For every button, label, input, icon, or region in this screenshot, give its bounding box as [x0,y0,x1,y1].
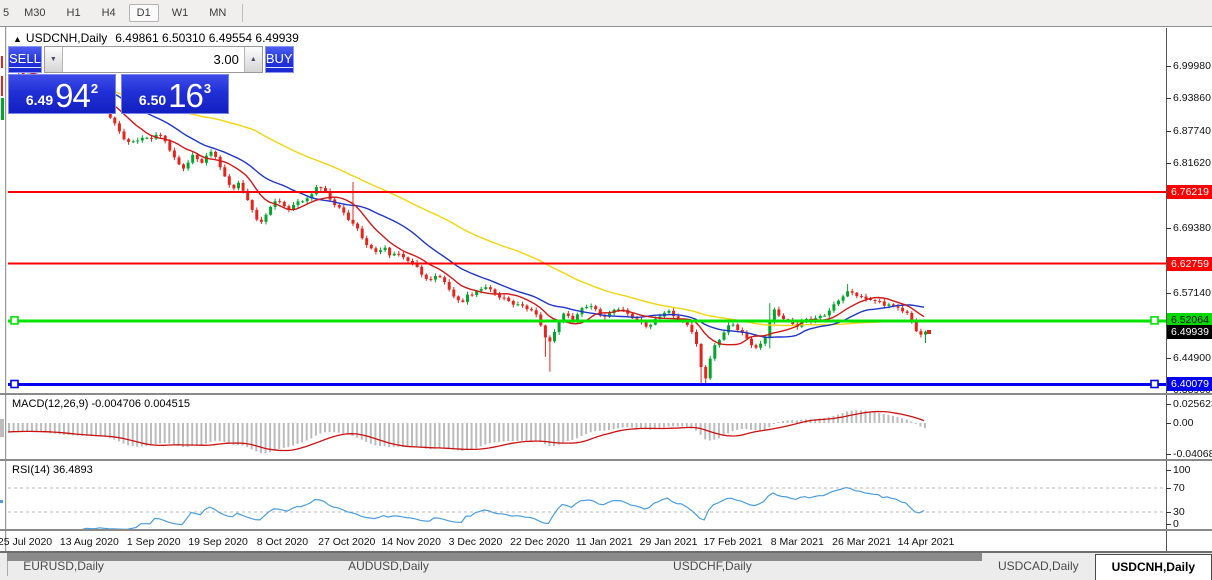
date-label: 8 Mar 2021 [770,536,824,548]
buy-button[interactable]: BUY [264,46,294,73]
price-badge-6.49939: 6.49939 [1167,324,1212,339]
sell-price-sup: 2 [90,81,99,96]
tf-button-mn[interactable]: MN [201,4,234,22]
price-tick-dash [1166,358,1171,360]
clipped-chart-fragment [1,76,3,96]
tab-usdcad[interactable]: USDCAD,Daily [982,553,1095,580]
buy-price-big: 16 [168,77,204,114]
macd-label: MACD(12,26,9) -0.004706 0.004515 [12,398,190,410]
date-label: 27 Oct 2020 [318,536,376,548]
price-tick-label: 6.81620 [1173,157,1211,170]
macd-tick-label: 0.00 [1173,417,1194,429]
collapse-triangle-icon[interactable]: ▲ [13,34,22,44]
window-left-border-inner [6,27,7,552]
volume-increase-icon[interactable]: ▲ [243,47,262,72]
price-tick-label: 6.44900 [1173,352,1211,365]
price-tick-label: 6.57140 [1173,287,1211,300]
rsi-tick-dash [1166,488,1171,489]
sell-price-small: 6.49 [25,92,54,108]
price-axis-border [1166,28,1167,551]
rsi-tick-label: 30 [1173,506,1185,518]
date-label: 8 Oct 2020 [256,536,309,548]
price-badge-6.40079: 6.40079 [1167,377,1212,391]
tab-usdcnh[interactable]: USDCNH,Daily [1094,554,1212,580]
date-label: 14 Nov 2020 [381,536,441,548]
date-label: 14 Apr 2021 [897,536,955,548]
rsi-tick-dash [1166,512,1171,513]
price-tick-dash [1166,98,1171,100]
date-label: 25 Jul 2020 [0,536,53,548]
date-label: 13 Aug 2020 [59,536,119,548]
macd-tick-label: -0.040687 [1173,447,1212,460]
rsi-tick-label: 100 [1173,464,1191,476]
macd-tick-dash [1166,453,1171,455]
pane-separator-rsi[interactable] [0,459,1212,461]
price-tick-dash [1166,228,1171,230]
tab-audusd[interactable]: AUDUSD,Daily [332,553,658,573]
timeframe-toolbar: 5 M30 H1 H4 D1 W1 MN [0,0,1212,27]
volume-input[interactable] [62,47,244,72]
clipped-chart-fragment [1,56,3,68]
date-label: 29 Jan 2021 [639,536,698,548]
tf-button-h1[interactable]: H1 [59,4,89,22]
rsi-tick-dash [1166,524,1171,525]
macd-tick-label: 0.025623 [1173,397,1212,410]
macd-tick-dash [1166,403,1171,405]
volume-spinner: ▼ ▲ [43,46,263,73]
chart-tab-bar: EURUSD,Daily AUDUSD,Daily USDCHF,Daily USDC… [0,553,1212,580]
price-badge-6.62759: 6.62759 [1167,256,1212,271]
macd-tick-dash [1166,423,1171,424]
chart-symbol-label: USDCNH,Daily [25,31,108,45]
date-label: 22 Dec 2020 [510,536,570,548]
price-tick-dash [1166,293,1171,295]
clipped-chart-fragment [1,98,4,120]
price-tick-label: 6.99980 [1173,59,1211,72]
date-label: 11 Jan 2021 [575,536,633,548]
chart-ohlc-values: 6.49861 6.50310 6.49554 6.49939 [115,31,299,45]
buy-price-box[interactable]: 6.50 16 3 [121,74,229,114]
price-tick-dash [1166,65,1171,67]
rsi-label: RSI(14) 36.4893 [12,464,93,476]
one-click-trade-panel: SELL ▼ ▲ BUY 6.49 94 2 6.50 16 3 [8,46,294,114]
date-label: 26 Mar 2021 [832,536,892,548]
price-tick-dash [1166,130,1171,132]
buy-price-sup: 3 [203,81,212,96]
volume-decrease-icon[interactable]: ▼ [44,47,63,72]
rsi-tick-label: 70 [1173,482,1185,494]
price-tick-label: 6.87740 [1173,124,1211,137]
clipped-chart-fragment [0,419,4,437]
tf-button-h4[interactable]: H4 [94,4,124,22]
date-label: 1 Sep 2020 [126,536,181,548]
toolbar-separator [242,4,244,22]
price-badge-6.76219: 6.76219 [1167,185,1212,200]
date-label: 19 Sep 2020 [188,536,248,548]
price-tick-dash [1166,163,1171,165]
buy-price-small: 6.50 [138,92,167,108]
sell-price-box[interactable]: 6.49 94 2 [8,74,116,114]
sell-price-big: 94 [55,77,91,114]
date-label: 17 Feb 2021 [703,536,763,548]
tf-button-w1[interactable]: W1 [164,4,197,22]
tab-eurusd[interactable]: EURUSD,Daily [7,553,333,573]
date-label: 3 Dec 2020 [448,536,503,548]
pane-separator-macd[interactable] [0,393,1212,395]
clipped-chart-fragment [0,500,3,503]
sell-button[interactable]: SELL [8,46,42,73]
price-tick-label: 6.93860 [1173,92,1211,105]
price-tick-label: 6.69380 [1173,222,1211,235]
tf-button-d1[interactable]: D1 [128,4,159,22]
tab-usdchf[interactable]: USDCHF,Daily [657,553,982,573]
pane-separator-dates[interactable] [0,529,1212,531]
chart-title: ▲ USDCNH,Daily 6.49861 6.50310 6.49554 6.4… [13,31,299,45]
tf-button-m30[interactable]: M30 [16,4,53,22]
rsi-tick-dash [1166,470,1171,471]
rsi-pane[interactable] [8,461,1166,529]
tf-button-5[interactable]: 5 [1,4,11,22]
